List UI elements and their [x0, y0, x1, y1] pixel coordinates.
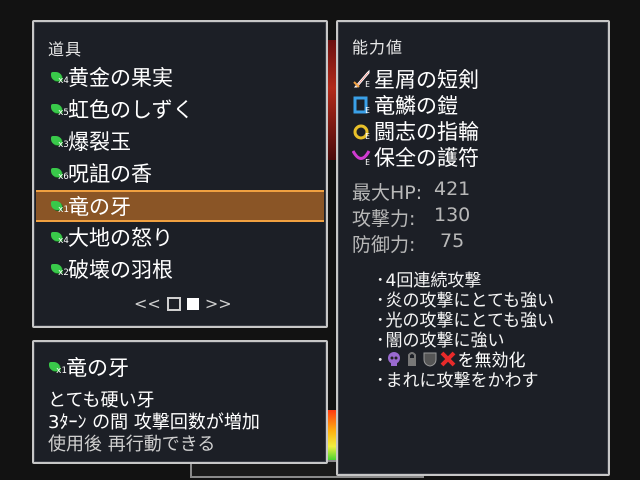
trait-item: ･まれに攻撃をかわす [376, 371, 539, 391]
item-row[interactable]: x6 呪詛の香 [36, 158, 324, 188]
item-name: 大地の怒り [68, 226, 173, 250]
item-herb-icon: x1 [50, 198, 69, 215]
armor-icon: E [352, 94, 372, 116]
equipment-name: 保全の護符 [374, 146, 479, 170]
stat-defense-label: 防御力: [352, 234, 416, 256]
item-row[interactable]: x4 黄金の果実 [36, 62, 324, 92]
item-herb-icon: x1 [48, 359, 67, 376]
item-herb-icon: x4 [50, 229, 69, 246]
item-row[interactable]: x5 虹色のしずく [36, 94, 324, 124]
equipment-slot-accessory[interactable]: E 保全の護符 [351, 142, 479, 172]
stats-panel: 能力値 E 星屑の短剣 E 竜鱗の鎧 E 闘志の指輪 E 保全の護符 最大HP:… [336, 20, 610, 476]
shield-icon [422, 351, 438, 367]
stat-attack-label: 攻撃力: [352, 208, 416, 230]
stat-defense-value: 75 [434, 230, 465, 252]
amulet-icon: E [351, 146, 372, 168]
page-indicator-1 [166, 296, 181, 311]
stat-attack-value: 130 [434, 204, 471, 226]
description-line: 使用後 再行動できる [48, 434, 216, 455]
selected-item-header: x1 竜の牙 [48, 352, 129, 382]
item-row[interactable]: x4 大地の怒り [36, 222, 324, 252]
stat-max-hp-value: 421 [434, 178, 471, 200]
item-row[interactable]: x3 爆裂玉 [36, 126, 324, 156]
item-name: 破壊の羽根 [68, 258, 173, 282]
items-title: 道具 [48, 40, 83, 59]
item-name: 竜の牙 [68, 195, 131, 219]
description-panel: x1 竜の牙 とても硬い牙 3ﾀｰﾝ の間 攻撃回数が増加 使用後 再行動できる [32, 340, 328, 464]
sword-icon: E [352, 68, 372, 90]
item-row[interactable]: x2 破壊の羽根 [36, 254, 324, 284]
skull-icon [386, 351, 402, 367]
ring-icon: E [352, 120, 372, 142]
item-herb-icon: x4 [50, 69, 69, 86]
item-name: 虹色のしずく [68, 98, 194, 122]
cross-icon [440, 351, 456, 367]
stats-title: 能力値 [352, 38, 404, 57]
next-page-button[interactable]: >> [205, 294, 232, 313]
item-name: 呪詛の香 [68, 162, 152, 186]
item-row[interactable]: x1 竜の牙 [36, 190, 324, 222]
page-indicator-2 [186, 297, 199, 310]
items-panel: 道具 x4 黄金の果実 x5 虹色のしずく x3 爆裂玉 x6 呪詛の香 x1 竜の牙 x4 大地の怒… [32, 20, 328, 328]
item-herb-icon: x5 [50, 101, 69, 118]
stat-max-hp-label: 最大HP: [352, 182, 423, 204]
prev-page-button[interactable]: << [134, 294, 161, 313]
lock-icon [404, 351, 420, 367]
item-herb-icon: x2 [50, 261, 69, 278]
item-herb-icon: x6 [50, 165, 69, 182]
selected-item-name: 竜の牙 [66, 356, 129, 380]
item-name: 黄金の果実 [68, 66, 173, 90]
item-name: 爆裂玉 [68, 130, 131, 154]
pager: << >> [134, 294, 232, 313]
item-herb-icon: x3 [50, 133, 69, 150]
